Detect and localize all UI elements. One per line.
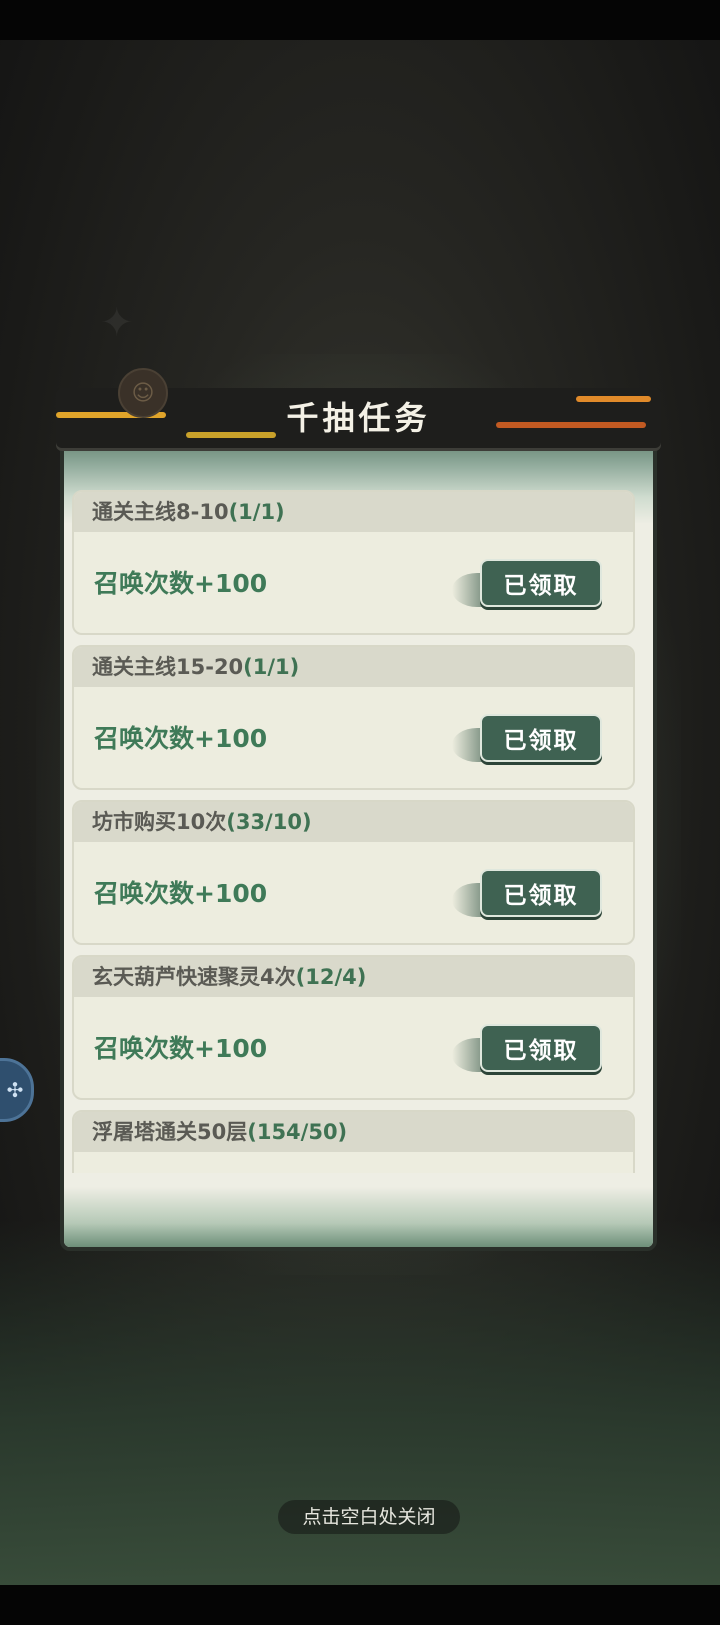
claimed-button[interactable]: 已领取 — [452, 714, 602, 770]
task-title: 浮屠塔通关50层(154/50) — [74, 1112, 633, 1152]
task-card: 坊市购买10次(33/10) 召唤次数+100 已领取 — [72, 800, 635, 945]
claimed-button[interactable]: 已领取 — [452, 559, 602, 615]
task-reward: 召唤次数+100 — [94, 1034, 268, 1063]
task-name: 通关主线15-20 — [92, 655, 244, 679]
task-reward: 召唤次数+100 — [94, 724, 268, 753]
claimed-button-label: 已领取 — [480, 714, 602, 762]
task-title: 玄天葫芦快速聚灵4次(12/4) — [74, 957, 633, 997]
task-name: 通关主线8-10 — [92, 500, 229, 524]
side-floating-button[interactable]: ✣ — [0, 1058, 34, 1122]
task-progress: (1/1) — [228, 500, 285, 524]
game-screen[interactable]: ✦ ✧ ✣ ☺ 千抽任务 通关主线8-10(1/1) 召唤次数+100 已领取 — [0, 0, 720, 1625]
task-progress: (1/1) — [243, 655, 300, 679]
task-name: 浮屠塔通关50层 — [92, 1120, 248, 1144]
task-card: 玄天葫芦快速聚灵4次(12/4) 召唤次数+100 已领取 — [72, 955, 635, 1100]
claimed-button-label: 已领取 — [480, 559, 602, 607]
task-card: 通关主线15-20(1/1) 召唤次数+100 已领取 — [72, 645, 635, 790]
status-bar — [0, 0, 720, 40]
claimed-button-label: 已领取 — [480, 869, 602, 917]
task-title: 坊市购买10次(33/10) — [74, 802, 633, 842]
task-title: 通关主线8-10(1/1) — [74, 492, 633, 532]
claimed-button-label: 已领取 — [480, 1024, 602, 1072]
task-list[interactable]: 通关主线8-10(1/1) 召唤次数+100 已领取 通关主线15-20(1/1… — [72, 490, 635, 1173]
task-reward: 召唤次数+100 — [94, 569, 268, 598]
task-dialog: ☺ 千抽任务 通关主线8-10(1/1) 召唤次数+100 已领取 通关主线15… — [36, 354, 681, 1275]
navigation-bar — [0, 1585, 720, 1625]
claimed-button[interactable]: 已领取 — [452, 869, 602, 925]
close-hint[interactable]: 点击空白处关闭 — [278, 1500, 460, 1534]
task-title: 通关主线15-20(1/1) — [74, 647, 633, 687]
dialog-header: ☺ 千抽任务 — [56, 368, 661, 448]
task-card: 通关主线8-10(1/1) 召唤次数+100 已领取 — [72, 490, 635, 635]
task-name: 玄天葫芦快速聚灵4次 — [92, 965, 296, 989]
gamepad-icon: ✣ — [6, 1078, 24, 1102]
task-progress: (33/10) — [226, 810, 312, 834]
background-decoration: ✦ — [100, 300, 134, 346]
task-reward: 召唤次数+100 — [94, 879, 268, 908]
cloud-decoration-bottom — [64, 1187, 653, 1247]
task-progress: (154/50) — [247, 1120, 348, 1144]
dialog-title: 千抽任务 — [286, 399, 431, 437]
task-name: 坊市购买10次 — [92, 810, 227, 834]
task-card: 浮屠塔通关50层(154/50) — [72, 1110, 635, 1173]
task-progress: (12/4) — [295, 965, 367, 989]
claimed-button[interactable]: 已领取 — [452, 1024, 602, 1080]
